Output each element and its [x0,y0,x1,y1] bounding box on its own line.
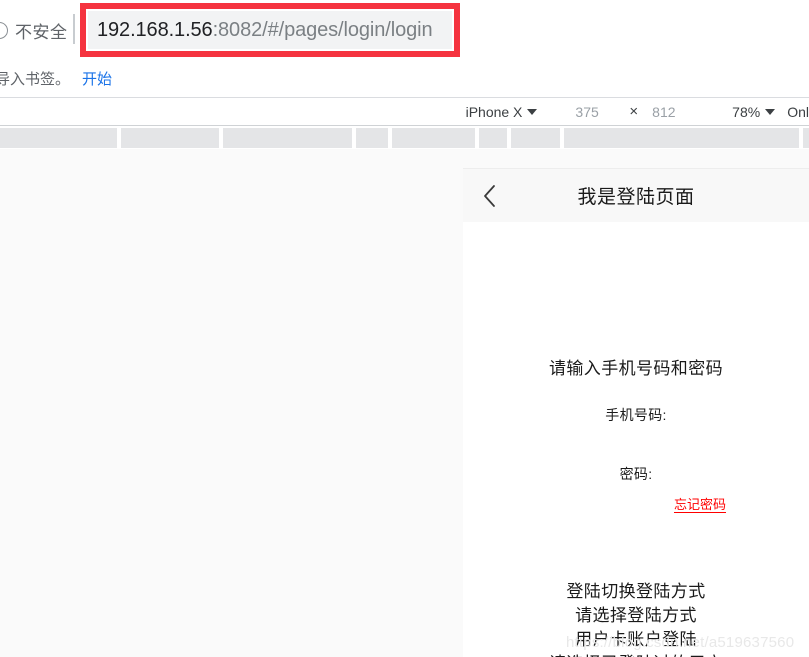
chevron-down-icon [765,108,776,115]
login-option-choose-method[interactable]: 请选择登陆方式 [463,604,809,628]
chevron-left-icon[interactable] [477,183,503,209]
login-option-switch-method[interactable]: 登陆切换登陆方式 [463,580,809,604]
device-selector-label: iPhone X [465,103,523,120]
placeholder-block [121,128,219,148]
security-label: 不安全 [15,22,68,42]
device-selector[interactable]: iPhone X [466,104,538,120]
browser-window: 不安全 192.168.1.56:8082/#/pages/login/logi… [0,0,809,657]
mobile-page-header: 我是登陆页面 [463,168,809,222]
chevron-down-icon [527,108,538,115]
throttling-selector[interactable]: Onl [787,104,809,120]
security-chip[interactable]: 不安全 [0,16,68,44]
phone-field-label: 手机号码: [605,407,667,423]
omnibox-row: 不安全 192.168.1.56:8082/#/pages/login/logi… [0,0,809,60]
url-host: 192.168.1.56 [97,18,213,41]
zoom-level-label: 78% [732,103,761,120]
url-path: :8082/#/pages/login/login [212,18,433,41]
device-toolbar: iPhone X 375 × 812 78% Onl [0,98,809,126]
url-input[interactable]: 192.168.1.56:8082/#/pages/login/login [88,11,452,49]
placeholder-block [0,128,118,148]
mobile-viewport: 我是登陆页面 请输入手机号码和密码 手机号码: 密码: 忘记密码 登陆切换登陆方… [463,168,809,657]
omnibox-divider [73,14,75,44]
placeholder-block [511,128,561,148]
login-form: 请输入手机号码和密码 手机号码: 密码: 忘记密码 [463,354,809,514]
import-bookmarks-start-link[interactable]: 开始 [82,68,112,89]
mobile-page-body: 请输入手机号码和密码 手机号码: 密码: 忘记密码 登陆切换登陆方式 请选择登陆… [463,222,809,657]
placeholder-block [392,128,475,148]
placeholder-block [564,128,800,148]
placeholder-block [478,128,508,148]
forgot-password-row: 忘记密码 [463,494,809,514]
watermark: https://blog.csdn.net/a519637560 [566,634,795,651]
zoom-selector[interactable]: 78% [732,103,776,120]
placeholder-block [803,128,809,148]
placeholder-block [355,128,389,148]
bookmarks-bar: 导入书签。 开始 [0,60,809,98]
page-title: 我是登陆页面 [577,187,695,208]
placeholder-block [222,128,352,148]
viewport-height-input[interactable]: 812 [652,104,692,120]
placeholder-strip [0,128,809,148]
form-heading: 请输入手机号码和密码 [549,359,723,378]
login-option-previous-user[interactable]: 请选择已登陆过的用户 [463,652,809,657]
dimension-separator: × [629,103,639,120]
password-field-label: 密码: [619,466,653,482]
forgot-password-link[interactable]: 忘记密码 [674,494,726,513]
viewport-width-input[interactable]: 375 [575,104,615,120]
info-circle-icon [0,21,8,39]
import-bookmarks-note: 导入书签。 [0,71,71,88]
